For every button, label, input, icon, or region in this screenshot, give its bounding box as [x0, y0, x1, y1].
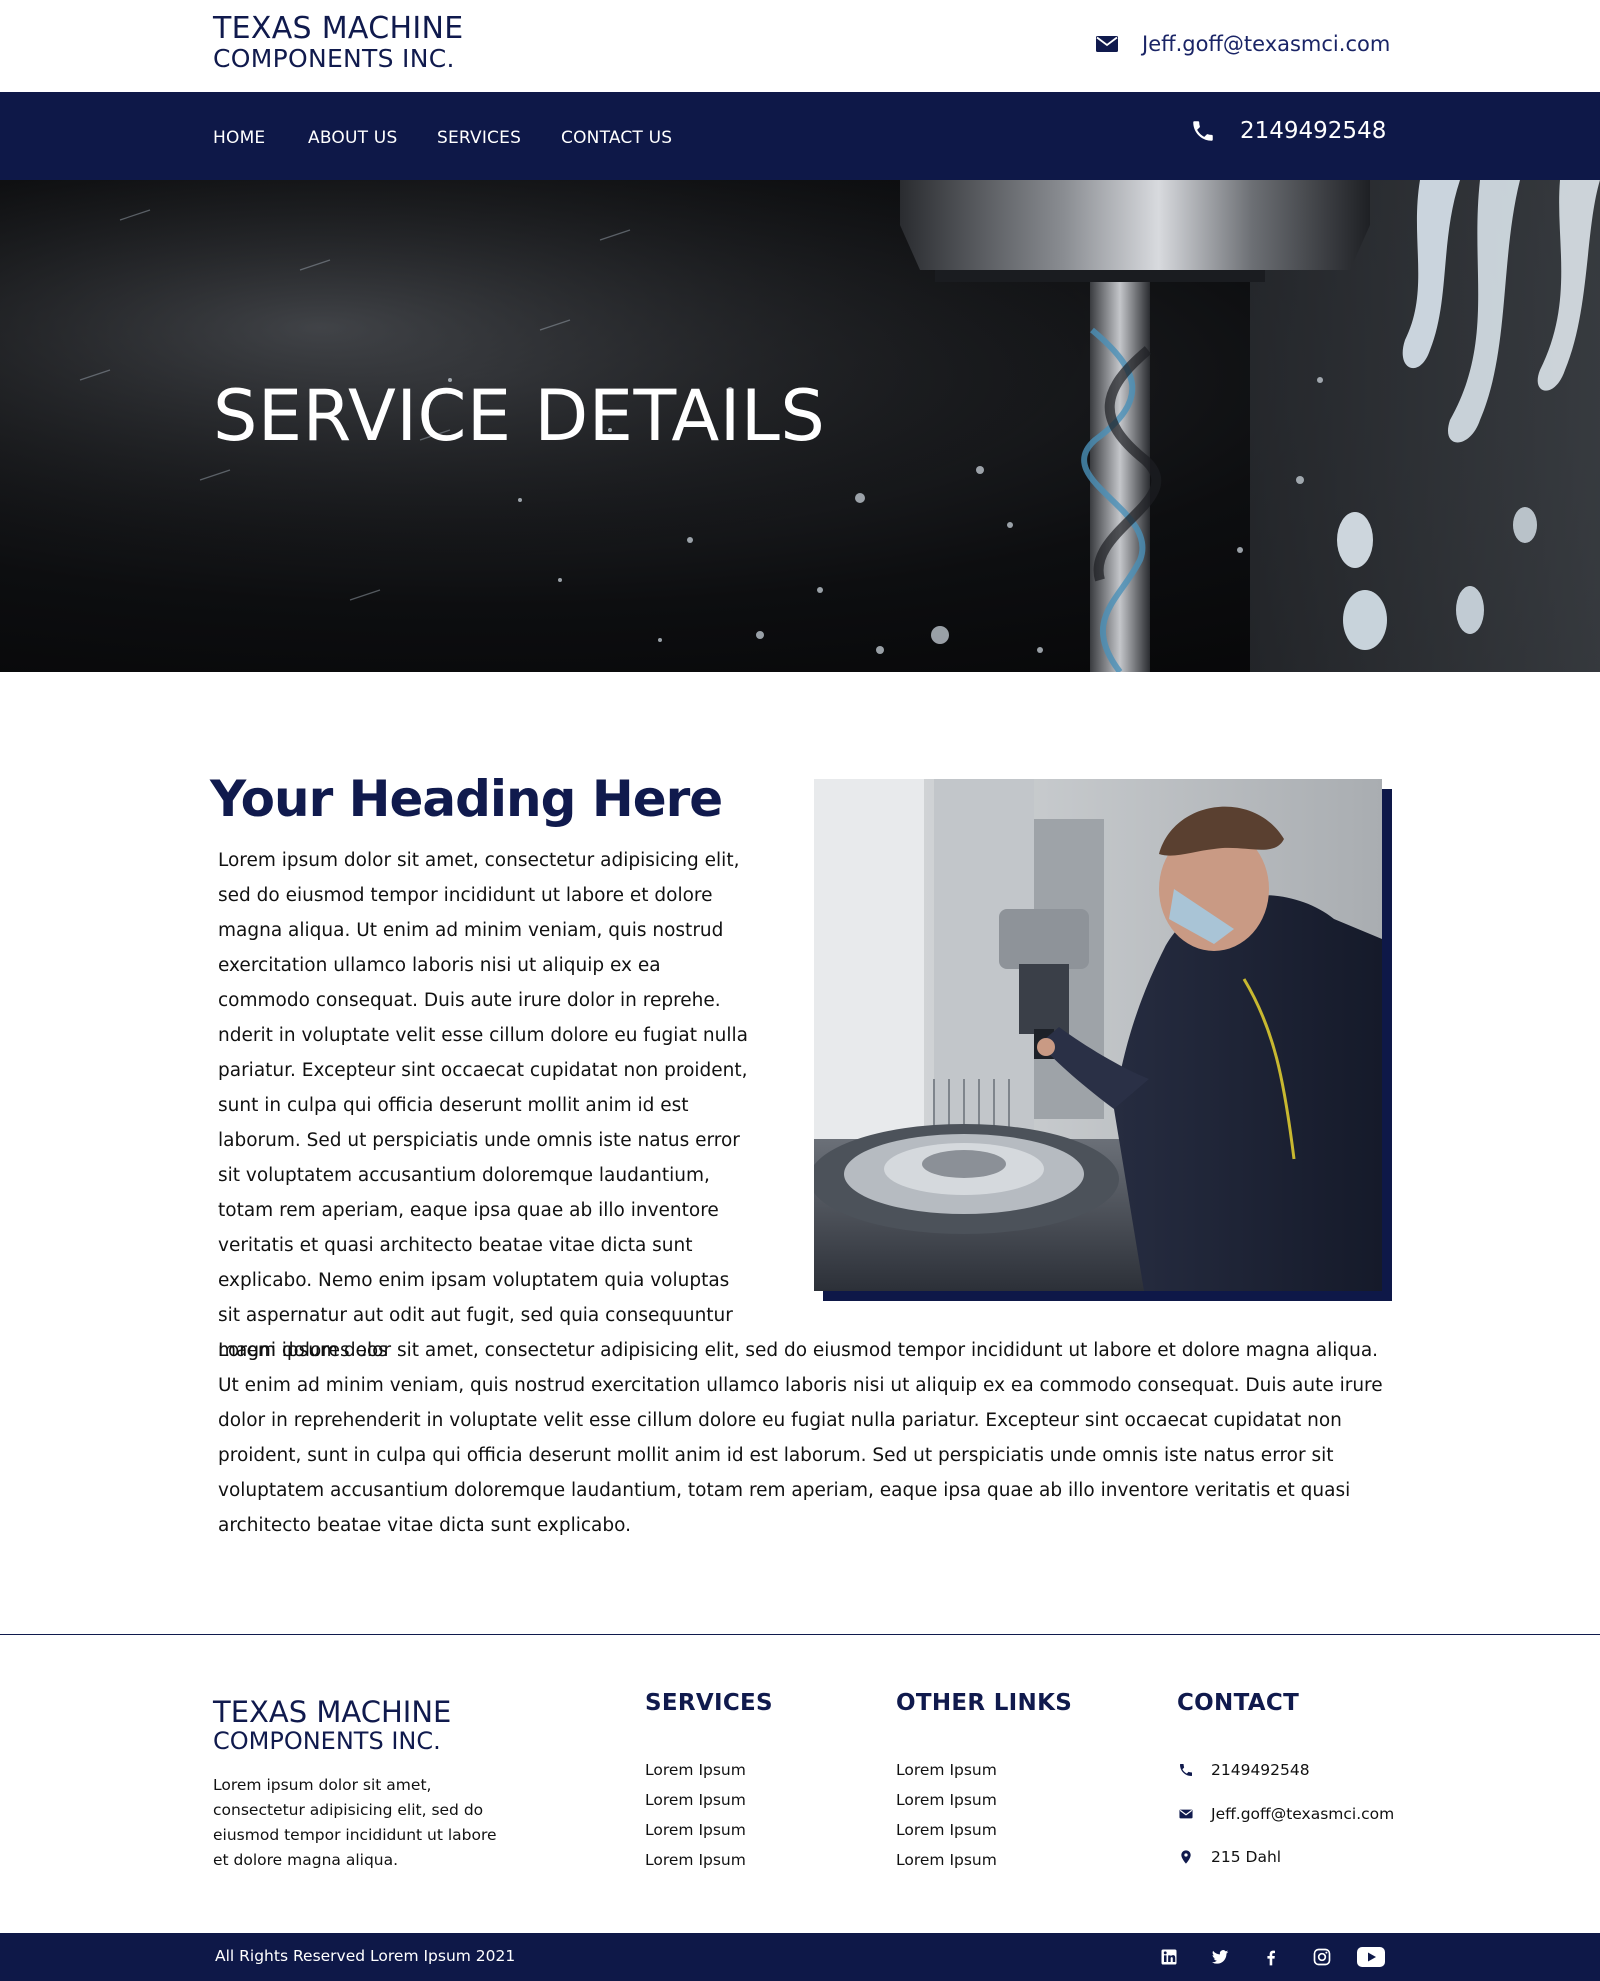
brand-logo[interactable]: TEXAS MACHINE COMPONENTS INC. — [213, 11, 464, 73]
nav-phone-text: 2149492548 — [1240, 118, 1387, 144]
footer-description: Lorem ipsum dolor sit amet, consectetur … — [213, 1776, 497, 1869]
header-email[interactable]: Jeff.goff@texasmci.com — [1096, 32, 1390, 56]
envelope-icon — [1179, 1809, 1193, 1819]
footer-services-link[interactable]: Lorem Ipsum — [645, 1761, 746, 1779]
footer-services-link[interactable]: Lorem Ipsum — [645, 1821, 746, 1839]
footer-contact-title: CONTACT — [1177, 1690, 1300, 1716]
section-heading: Your Heading Here — [210, 770, 723, 828]
copyright-text: All Rights Reserved Lorem Ipsum 2021 — [215, 1947, 516, 1965]
copyright-bar: All Rights Reserved Lorem Ipsum 2021 — [0, 1933, 1600, 1981]
main-nav: HOME ABOUT US SERVICES CONTACT US 214949… — [0, 92, 1600, 180]
linkedin-icon[interactable] — [1158, 1947, 1180, 1967]
footer-other-links-title: OTHER LINKS — [896, 1690, 1073, 1716]
footer-email-text: Jeff.goff@texasmci.com — [1211, 1805, 1395, 1823]
footer-other-link[interactable]: Lorem Ipsum — [896, 1851, 997, 1869]
footer-other-link[interactable]: Lorem Ipsum — [896, 1791, 997, 1809]
footer-contact-address: 215 Dahl — [1178, 1848, 1281, 1866]
footer-contact-phone[interactable]: 2149492548 — [1178, 1761, 1310, 1779]
nav-services[interactable]: SERVICES — [437, 128, 521, 148]
footer-services-link[interactable]: Lorem Ipsum — [645, 1851, 746, 1869]
nav-about-us[interactable]: ABOUT US — [308, 128, 397, 148]
footer-services-title: SERVICES — [645, 1690, 773, 1716]
envelope-icon — [1096, 36, 1118, 52]
hero-banner: SERVICE DETAILS — [0, 180, 1600, 672]
youtube-icon[interactable] — [1357, 1947, 1385, 1967]
body-paragraph: Lorem ipsum dolor sit amet, consectetur … — [218, 1340, 1383, 1536]
footer-other-link[interactable]: Lorem Ipsum — [896, 1821, 997, 1839]
brand-line1: TEXAS MACHINE — [213, 11, 464, 46]
footer-brand[interactable]: TEXAS MACHINE COMPONENTS INC. — [213, 1695, 452, 1755]
footer-brand-line2: COMPONENTS INC. — [213, 1727, 441, 1755]
instagram-icon[interactable] — [1311, 1947, 1333, 1967]
phone-icon — [1193, 121, 1213, 141]
footer-other-link[interactable]: Lorem Ipsum — [896, 1761, 997, 1779]
footer-brand-line1: TEXAS MACHINE — [213, 1695, 452, 1729]
header-email-text: Jeff.goff@texasmci.com — [1142, 32, 1391, 56]
top-bar: TEXAS MACHINE COMPONENTS INC. Jeff.goff@… — [0, 0, 1600, 92]
footer-address-text: 215 Dahl — [1211, 1848, 1282, 1866]
hero-title: SERVICE DETAILS — [213, 375, 826, 457]
twitter-icon[interactable] — [1209, 1947, 1231, 1967]
map-pin-icon — [1181, 1850, 1191, 1864]
intro-paragraph: Lorem ipsum dolor sit amet, consectetur … — [218, 850, 748, 1361]
nav-contact-us[interactable]: CONTACT US — [561, 128, 672, 148]
nav-home[interactable]: HOME — [213, 128, 265, 148]
machinist-photo — [814, 779, 1382, 1291]
footer-services-link[interactable]: Lorem Ipsum — [645, 1791, 746, 1809]
facebook-icon[interactable] — [1260, 1947, 1282, 1967]
nav-phone[interactable]: 2149492548 — [1190, 118, 1386, 144]
footer-phone-text: 2149492548 — [1211, 1761, 1310, 1779]
footer-contact-email[interactable]: Jeff.goff@texasmci.com — [1178, 1805, 1394, 1823]
phone-icon — [1180, 1764, 1192, 1776]
brand-line2: COMPONENTS INC. — [213, 44, 455, 73]
footer-divider — [0, 1634, 1600, 1635]
